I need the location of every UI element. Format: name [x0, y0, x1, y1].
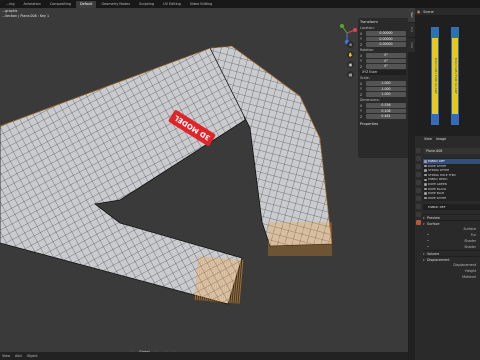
npanel-side-tabs: Item Tool View: [408, 8, 415, 360]
dimensions-row: Z 0.461: [360, 114, 406, 119]
world-tab-icon[interactable]: [416, 180, 421, 185]
side-tab[interactable]: Tool: [408, 23, 415, 37]
midlevel-field[interactable]: Midlevel: [423, 274, 480, 280]
location-row: Y 0.00000: [360, 36, 406, 42]
surface-section[interactable]: Surface: [423, 220, 480, 227]
dimensions-value-field[interactable]: 0.536: [366, 103, 406, 108]
location-value-field[interactable]: 0.00000: [366, 31, 406, 36]
scale-row: Y 1.000: [360, 86, 406, 92]
workspace-tab[interactable]: UV Editing: [159, 1, 185, 8]
location-row: Z 0.00000: [360, 42, 406, 47]
rotation-value-field[interactable]: 0°: [366, 53, 406, 58]
workspace-tabs: ...ing Animation Compositing Default Geometr…: [0, 0, 480, 8]
camera-icon[interactable]: ▣: [347, 61, 354, 68]
rotation-row: Y 0°: [360, 58, 406, 64]
workspace-tab[interactable]: ...ing: [2, 1, 18, 8]
viewport-menu: View Add Object: [0, 352, 408, 360]
properties-tabs: [415, 148, 422, 225]
physics-tab-icon[interactable]: [416, 212, 421, 217]
scale-value-field[interactable]: 1.000: [366, 86, 406, 92]
object-info: ...llection | Plane.008 : Key 1: [2, 14, 50, 18]
menu-object[interactable]: Object: [27, 354, 38, 358]
fringe-right: [268, 222, 332, 256]
workspace-tab[interactable]: Geometry Nodes: [97, 1, 134, 8]
render-tab-icon[interactable]: [416, 156, 421, 161]
dimensions-row: Y 0.108: [360, 108, 406, 114]
menu-view[interactable]: View: [424, 137, 432, 141]
properties-menu: View Image: [415, 136, 480, 142]
scale-value-field[interactable]: 1.000: [366, 81, 406, 86]
rotation-row: X 0°: [360, 53, 406, 58]
dimensions-value-field[interactable]: 0.108: [366, 108, 406, 114]
modifier-tab-icon[interactable]: [416, 196, 421, 201]
particles-tab-icon[interactable]: [416, 204, 421, 209]
displacement-section[interactable]: Displacement: [423, 256, 480, 263]
grid-icon[interactable]: ▦: [347, 71, 354, 78]
scene-icon: ▣: [417, 9, 421, 14]
scale-row: Z 1.000: [360, 92, 406, 97]
menu-image[interactable]: Image: [436, 137, 446, 141]
viewport-info: ...graphic ...llection | Plane.008 : Key…: [2, 9, 49, 19]
scarf-texture-right: MACCABI FAN SCARF: [451, 27, 459, 125]
material-properties: Plane.008 FABRIC DEF ROPE WHITE STRING WHI…: [423, 148, 480, 280]
rotation-value-field[interactable]: 0°: [366, 64, 406, 69]
image-editor: ▣ Scene MACCABI FAN SCARF MACCABI FAN SC…: [415, 8, 480, 136]
scale-value-field[interactable]: 1.000: [366, 92, 406, 97]
workspace-tab[interactable]: Scripting: [135, 1, 158, 8]
object-tab-icon[interactable]: [416, 188, 421, 193]
rotation-value-field[interactable]: 0°: [366, 58, 406, 64]
texture-text-right: MACCABI FAN SCARF: [454, 57, 458, 95]
image-editor-header: ▣ Scene: [415, 8, 480, 15]
scene-tab-icon[interactable]: [416, 172, 421, 177]
side-tab[interactable]: View: [408, 38, 415, 52]
location-row: X 0.00000: [360, 31, 406, 36]
image-canvas[interactable]: MACCABI FAN SCARF MACCABI FAN SCARF: [415, 15, 480, 136]
3d-viewport[interactable]: 3D MODEL ...graphic ...llection | Plane.…: [0, 8, 408, 352]
workspace-tab[interactable]: Animation: [19, 1, 44, 8]
zoom-icon[interactable]: ⊕: [347, 41, 354, 48]
material-name-field[interactable]: FABRIC DEF: [423, 204, 480, 211]
menu-add[interactable]: Add: [15, 354, 22, 358]
rotation-row: Z 0°: [360, 64, 406, 69]
workspace-tab[interactable]: Default: [76, 0, 97, 8]
dimensions-row: X 0.536: [360, 103, 406, 108]
viewport-tools: ⊕ ✋ ▣ ▦: [347, 41, 354, 78]
fringe-left: [194, 256, 244, 304]
scene-label[interactable]: Scene: [423, 10, 433, 14]
scarf-texture-left: MACCABI FAN SCARF: [431, 27, 439, 125]
scale-row: X 1.000: [360, 81, 406, 86]
workspace-tab[interactable]: Compositing: [46, 1, 75, 8]
texture-text-left: MACCABI FAN SCARF: [434, 57, 438, 95]
location-value-field[interactable]: 0.00000: [366, 36, 406, 42]
menu-view[interactable]: View: [2, 354, 10, 358]
side-tab[interactable]: Item: [408, 8, 415, 22]
location-value-field[interactable]: 0.00000: [366, 42, 406, 47]
properties-header[interactable]: Properties: [360, 121, 406, 127]
material-tab-icon[interactable]: [416, 220, 421, 225]
material-slot-list: FABRIC DEF ROPE WHITE STRING WHITE STRING H…: [423, 158, 480, 202]
output-tab-icon[interactable]: [416, 164, 421, 169]
transform-panel: Transform Location: X 0.00000 Y 0.00000 Z 0.0…: [358, 18, 408, 158]
hand-icon[interactable]: ✋: [347, 51, 354, 58]
transform-header[interactable]: Transform: [360, 19, 406, 25]
rotation-mode-select[interactable]: XYZ Euler: [360, 70, 406, 75]
dimensions-value-field[interactable]: 0.461: [366, 114, 406, 119]
tool-tab-icon[interactable]: [416, 148, 421, 153]
workspace-tab[interactable]: Video Editing: [186, 1, 216, 8]
material-slot[interactable]: ROPE WHITE: [423, 196, 480, 201]
properties-editor: View Image Plane.008 FABRIC DEF ROPE WHIT…: [415, 136, 480, 360]
object-name-row[interactable]: Plane.008: [423, 148, 480, 154]
